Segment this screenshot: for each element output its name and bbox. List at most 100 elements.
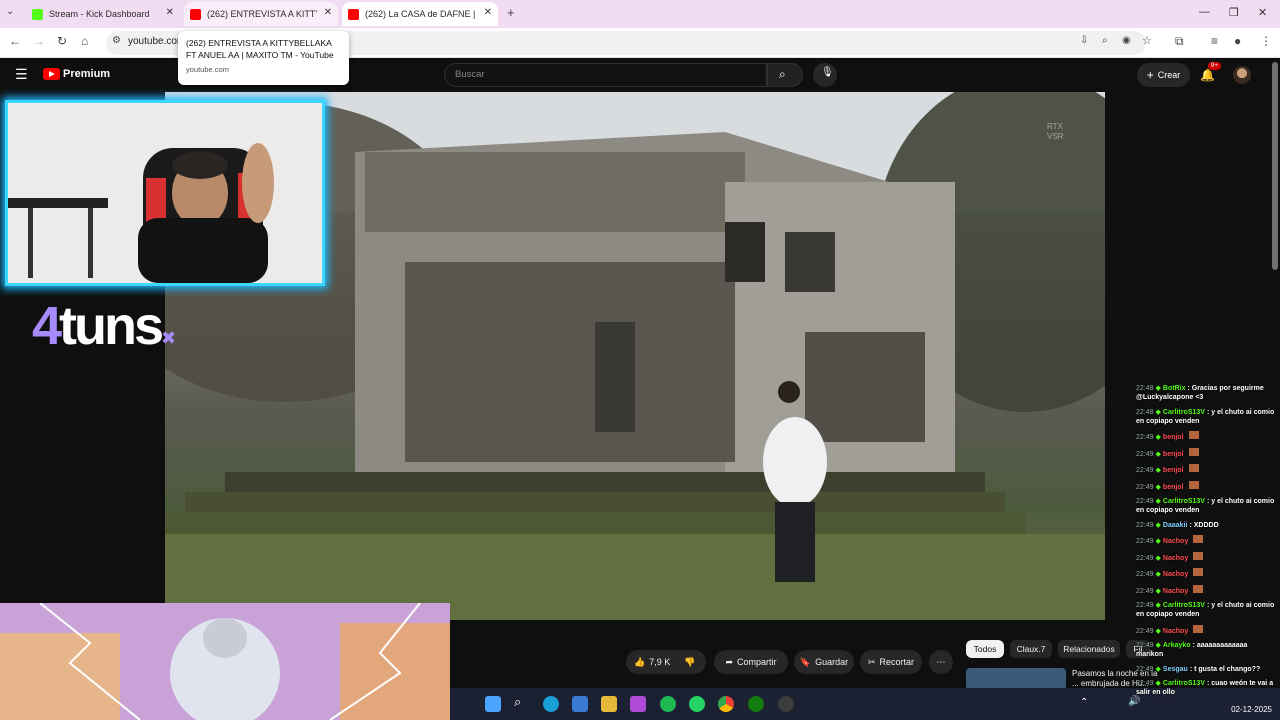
chat-timestamp: 22:49	[1136, 602, 1154, 609]
chat-username[interactable]: Arkayko	[1163, 642, 1191, 649]
reload-icon[interactable]: ↻	[57, 34, 67, 48]
spotify-icon[interactable]	[660, 696, 676, 712]
site-info-icon[interactable]: ⚙	[112, 35, 121, 46]
chat-timestamp: 22:49	[1136, 483, 1154, 491]
thumbs-down-icon[interactable]: 👎	[684, 657, 695, 668]
chat-username[interactable]: CarlitroS13V	[1163, 498, 1205, 505]
menu-dots-icon[interactable]: ⋮	[1260, 34, 1272, 48]
chat-username[interactable]: Nachoy	[1163, 628, 1188, 635]
home-icon[interactable]: ⌂	[81, 34, 88, 48]
chat-username[interactable]: Nachoy	[1163, 538, 1188, 545]
chat-message: 22:49 ◆ Nachoy	[1136, 624, 1276, 636]
chat-badge-icon: ◆	[1155, 680, 1161, 687]
tab-title: (262) ENTREVISTA A KITTYBELL	[207, 9, 317, 19]
save-button[interactable]: 🔖 Guardar	[794, 650, 854, 674]
chat-message: 22:49 ◆ Nachoy	[1136, 584, 1276, 596]
chat-message: 22:49 ◆ Nachoy	[1136, 568, 1276, 579]
store-icon[interactable]	[572, 696, 588, 712]
chat-timestamp: 22:49	[1136, 554, 1154, 562]
chat-username[interactable]: CarlitroS13V	[1163, 409, 1205, 416]
hovercard-title: (262) ENTREVISTA A KITTYBELLAKA FT ANUEL…	[186, 38, 334, 60]
chat-emote-icon	[1193, 551, 1204, 560]
like-button[interactable]: 👍 7,9 K 👎	[626, 650, 706, 674]
obs-icon[interactable]	[778, 696, 794, 712]
windows-start-icon[interactable]	[485, 696, 501, 712]
chat-username[interactable]: Nachoy	[1163, 588, 1188, 595]
app-icon[interactable]	[630, 696, 646, 712]
minimize-icon[interactable]: —	[1199, 6, 1210, 18]
tray-chevron-icon[interactable]: ⌃	[1080, 697, 1088, 708]
files-icon[interactable]	[601, 696, 617, 712]
chat-message: 22:48 ◆ CarlitroS13V: y el chuto ai comio …	[1136, 408, 1276, 426]
close-tab-icon[interactable]: ✕	[484, 7, 492, 18]
tab-entrevista[interactable]: (262) ENTREVISTA A KITTYBELL ✕	[184, 2, 338, 26]
chrome-icon[interactable]	[718, 696, 734, 712]
bookmark-star-icon[interactable]: ☆	[1142, 34, 1152, 47]
user-avatar[interactable]	[1233, 66, 1251, 84]
brand-four: 4	[32, 296, 62, 356]
taskbar-search-icon[interactable]: ⌕	[514, 694, 530, 710]
chip-todos[interactable]: Todos	[966, 640, 1004, 658]
chat-username[interactable]: benjol	[1163, 451, 1184, 458]
profile-icon[interactable]: ●	[1234, 34, 1241, 48]
chat-username[interactable]: benjol	[1163, 467, 1184, 474]
share-button[interactable]: ➦ Compartir	[714, 650, 788, 674]
chat-username[interactable]: benjol	[1163, 434, 1184, 441]
chat-badge-icon: ◆	[1155, 521, 1161, 529]
chat-text: XDDDD	[1193, 521, 1219, 529]
voice-search-button[interactable]: 🎙	[813, 63, 837, 87]
close-window-icon[interactable]: ✕	[1258, 6, 1267, 19]
back-icon[interactable]: ←	[9, 34, 21, 48]
share-icon: ➦	[725, 656, 734, 667]
search-button[interactable]: ⌕	[767, 63, 803, 87]
tab-kick-dashboard[interactable]: Stream - Kick Dashboard ✕	[26, 2, 180, 26]
chat-username[interactable]: Sesgau	[1163, 666, 1188, 673]
chat-timestamp: 22:49	[1136, 521, 1154, 529]
tab-search-icon[interactable]: ⌄	[6, 6, 14, 17]
chip-relacionados[interactable]: Relacionados	[1058, 640, 1120, 658]
more-actions-button[interactable]: ⋯	[929, 650, 953, 674]
tab-casa-dafne[interactable]: (262) La CASA de DAFNE | @Lu ✕	[342, 2, 498, 26]
chat-timestamp: 22:49	[1136, 587, 1154, 595]
close-tab-icon[interactable]: ✕	[166, 7, 174, 18]
more-dots-icon: ⋯	[936, 656, 946, 667]
chip-claux[interactable]: Claux.7	[1010, 640, 1052, 658]
maximize-icon[interactable]: ❐	[1229, 6, 1239, 19]
plus-icon: +	[1146, 68, 1154, 82]
chat-badge-icon: ◆	[1155, 571, 1161, 578]
chat-username[interactable]: benjol	[1163, 484, 1184, 491]
youtube-logo[interactable]: Premium	[43, 68, 110, 80]
zoom-icon[interactable]: ⌕	[1102, 35, 1108, 46]
chat-message: 22:49 ◆ Arkayko: aaaaaaaaaaaaa marikon	[1136, 641, 1276, 659]
scissors-icon: ✂	[867, 656, 876, 667]
chat-badge-icon: ◆	[1155, 450, 1161, 458]
chat-username[interactable]: CarlitroS13V	[1163, 680, 1205, 687]
chat-message: 22:49 ◆ Nachoy	[1136, 551, 1276, 563]
chat-badge-icon: ◆	[1155, 554, 1161, 562]
create-button[interactable]: + Crear	[1137, 63, 1190, 87]
next-video-thumbnail[interactable]	[966, 668, 1066, 690]
art-scene	[0, 603, 450, 720]
chat-username[interactable]: Nachoy	[1163, 571, 1188, 578]
xbox-icon[interactable]	[748, 696, 764, 712]
forward-icon[interactable]: →	[33, 34, 45, 48]
edge-icon[interactable]	[543, 696, 559, 712]
chat-message: 22:48 ◆ BotRix: Gracias por seguirme @Luck…	[1136, 384, 1276, 402]
install-icon[interactable]: ⇩	[1080, 35, 1088, 46]
page-scrollbar[interactable]	[1272, 62, 1278, 270]
chat-username[interactable]: BotRix	[1163, 385, 1186, 392]
whatsapp-icon[interactable]	[689, 696, 705, 712]
hamburger-menu-icon[interactable]: ☰	[15, 66, 28, 83]
chat-username[interactable]: Nachoy	[1163, 555, 1188, 562]
search-input[interactable]: Buscar	[444, 63, 767, 87]
clip-button[interactable]: ✂ Recortar	[860, 650, 922, 674]
chat-timestamp: 22:49	[1136, 538, 1154, 545]
new-tab-icon[interactable]: +	[507, 5, 515, 20]
media-icon[interactable]: ≡	[1211, 34, 1218, 48]
chat-username[interactable]: Daaakii	[1163, 522, 1188, 529]
extensions-icon[interactable]: ⧉	[1175, 34, 1184, 49]
close-tab-icon[interactable]: ✕	[324, 7, 332, 18]
eye-off-icon[interactable]: ◉	[1122, 35, 1131, 46]
notifications-button[interactable]: 🔔 9+	[1200, 62, 1221, 84]
chat-username[interactable]: CarlitroS13V	[1163, 602, 1205, 609]
